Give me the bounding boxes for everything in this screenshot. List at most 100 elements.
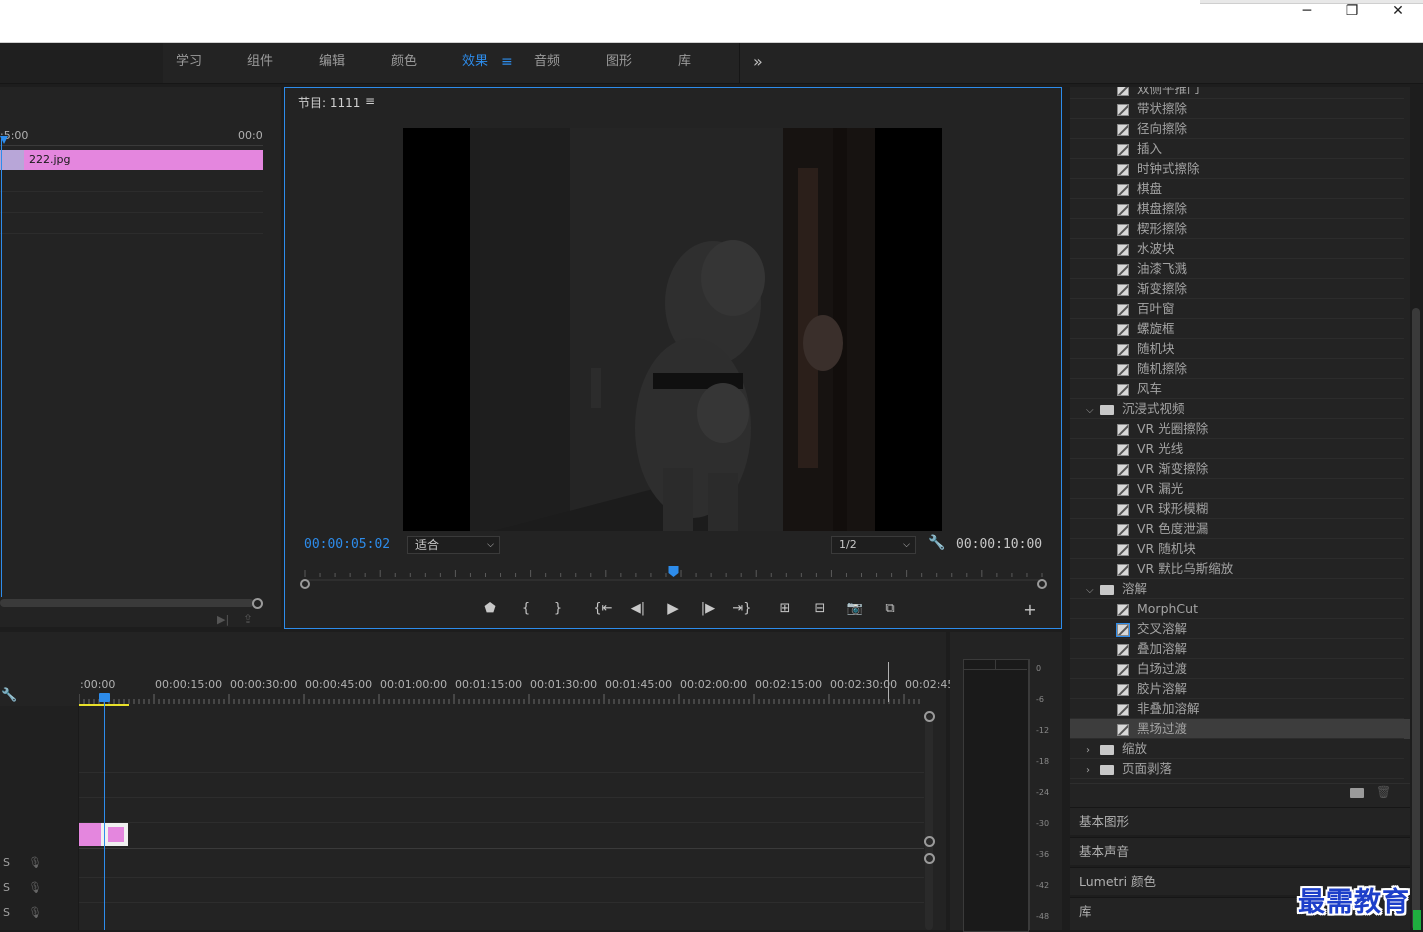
scrubber-end-handle[interactable]: [1037, 579, 1047, 589]
effects-item[interactable]: 黑场过渡: [1070, 719, 1410, 739]
scroll-handle[interactable]: [252, 598, 263, 609]
close-button[interactable]: ✕: [1375, 0, 1421, 22]
current-timecode[interactable]: 00:00:05:02: [304, 537, 390, 552]
scroll-handle[interactable]: [924, 711, 935, 722]
effects-item[interactable]: VR 光圈擦除: [1070, 419, 1410, 439]
effects-item[interactable]: 风车: [1070, 379, 1410, 399]
source-scrollbar[interactable]: [0, 599, 254, 607]
panel-essential-sound[interactable]: 基本声音: [1070, 837, 1410, 865]
effects-folder[interactable]: › 页面剥落: [1070, 759, 1410, 779]
workspace-tab[interactable]: 编辑: [319, 43, 345, 83]
effects-item[interactable]: 叠加溶解: [1070, 639, 1410, 659]
workspace-overflow-button[interactable]: »: [753, 43, 763, 83]
effects-item[interactable]: VR 默比乌斯缩放: [1070, 559, 1410, 579]
scrubber-playhead[interactable]: [668, 566, 679, 577]
clip-transition[interactable]: [0, 150, 24, 170]
effects-item[interactable]: 胶片溶解: [1070, 679, 1410, 699]
solo-label[interactable]: S: [3, 856, 10, 869]
workspace-tab[interactable]: 学习: [176, 43, 202, 83]
effects-item[interactable]: 非叠加溶解: [1070, 699, 1410, 719]
timeline-playhead-handle[interactable]: [99, 693, 110, 702]
minimize-button[interactable]: ─: [1284, 0, 1330, 22]
effects-folder[interactable]: ⌵ 溶解: [1070, 579, 1410, 599]
program-scrubber[interactable]: [297, 562, 1049, 590]
camera-icon[interactable]: 📷: [845, 600, 865, 618]
solo-label[interactable]: S: [3, 906, 10, 919]
clip-222[interactable]: 222.jpg: [24, 150, 263, 170]
effects-item[interactable]: 白场过渡: [1070, 659, 1410, 679]
workspace-tab-active[interactable]: 效果: [462, 43, 488, 83]
fit-dropdown[interactable]: 适合 ⌵: [407, 536, 500, 554]
mark-in-button[interactable]: {: [516, 600, 536, 618]
effects-item[interactable]: 时钟式擦除: [1070, 159, 1410, 179]
effects-item[interactable]: 渐变擦除: [1070, 279, 1410, 299]
add-button[interactable]: +: [1020, 601, 1040, 619]
effects-item[interactable]: 随机块: [1070, 339, 1410, 359]
effects-item[interactable]: 百叶窗: [1070, 299, 1410, 319]
program-menu-icon[interactable]: ≡: [365, 94, 375, 108]
scroll-handle[interactable]: [924, 853, 935, 864]
insert-icon[interactable]: ▶|: [217, 613, 229, 626]
timeline-clip[interactable]: [79, 823, 101, 846]
trash-icon[interactable]: 🗑: [1376, 785, 1391, 799]
microphone-icon[interactable]: 🎙: [28, 906, 42, 919]
effects-item[interactable]: VR 球形模糊: [1070, 499, 1410, 519]
timeline-ruler[interactable]: [79, 688, 924, 708]
effects-item-label: 水波块: [1137, 241, 1175, 256]
restore-button[interactable]: ❐: [1329, 0, 1375, 22]
video-frame[interactable]: [403, 128, 942, 531]
go-to-out-button[interactable]: ⇥}: [732, 600, 752, 618]
scroll-handle[interactable]: [924, 836, 935, 847]
resolution-dropdown[interactable]: 1/2 ⌵: [831, 536, 916, 554]
microphone-icon[interactable]: 🎙: [28, 856, 42, 869]
workspace-tab[interactable]: 图形: [606, 43, 632, 83]
workspace-menu-icon[interactable]: ≡: [501, 43, 513, 83]
effects-folder[interactable]: › 缩放: [1070, 739, 1410, 759]
microphone-icon[interactable]: 🎙: [28, 881, 42, 894]
effects-item[interactable]: 交叉溶解: [1070, 619, 1410, 639]
effects-item[interactable]: VR 渐变擦除: [1070, 459, 1410, 479]
wrench-icon[interactable]: 🔧: [1, 688, 17, 703]
panel-essential-graphics[interactable]: 基本图形: [1070, 807, 1410, 835]
source-playhead[interactable]: [1, 139, 2, 597]
effects-item[interactable]: VR 漏光: [1070, 479, 1410, 499]
compare-view-button[interactable]: ⧉: [880, 600, 900, 618]
workspace-tab[interactable]: 组件: [247, 43, 273, 83]
effects-item[interactable]: VR 随机块: [1070, 539, 1410, 559]
effects-item[interactable]: 楔形擦除: [1070, 219, 1410, 239]
effects-item[interactable]: 带状擦除: [1070, 99, 1410, 119]
effects-item[interactable]: 径向擦除: [1070, 119, 1410, 139]
effects-folder[interactable]: ⌵ 沉浸式视频: [1070, 399, 1410, 419]
source-playhead-handle[interactable]: [0, 136, 8, 144]
mark-out-button[interactable]: }: [548, 600, 568, 618]
new-folder-icon[interactable]: [1350, 788, 1364, 798]
workspace-tab[interactable]: 库: [678, 43, 691, 83]
wrench-icon[interactable]: 🔧: [928, 535, 945, 551]
extract-button[interactable]: ⊟: [810, 600, 830, 618]
timeline-playhead[interactable]: [104, 697, 105, 930]
effects-item[interactable]: MorphCut: [1070, 599, 1410, 619]
effects-item[interactable]: 油漆飞溅: [1070, 259, 1410, 279]
effects-item[interactable]: VR 色度泄漏: [1070, 519, 1410, 539]
add-marker-button[interactable]: ⬟: [480, 600, 500, 618]
effects-scrollbar-thumb[interactable]: [1412, 308, 1420, 930]
solo-label[interactable]: S: [3, 881, 10, 894]
effects-item[interactable]: 棋盘擦除: [1070, 199, 1410, 219]
effects-item[interactable]: 插入: [1070, 139, 1410, 159]
effects-item[interactable]: VR 光线: [1070, 439, 1410, 459]
step-forward-button[interactable]: |▶: [698, 600, 718, 618]
workspace-tab[interactable]: 颜色: [391, 43, 417, 83]
effects-item[interactable]: 随机擦除: [1070, 359, 1410, 379]
timeline-vscroll[interactable]: [925, 715, 933, 930]
effects-item[interactable]: 水波块: [1070, 239, 1410, 259]
export-icon[interactable]: ⇪: [243, 612, 253, 626]
go-to-in-button[interactable]: {⇤: [593, 600, 613, 618]
effects-item[interactable]: 螺旋框: [1070, 319, 1410, 339]
effects-item[interactable]: 棋盘: [1070, 179, 1410, 199]
play-button[interactable]: ▶: [663, 599, 683, 617]
scrubber-start-handle[interactable]: [300, 579, 310, 589]
step-back-button[interactable]: ◀|: [628, 600, 648, 618]
lift-button[interactable]: ⊞: [775, 600, 795, 618]
workspace-tab[interactable]: 音频: [534, 43, 560, 83]
effects-item-label: 楔形擦除: [1137, 221, 1188, 236]
